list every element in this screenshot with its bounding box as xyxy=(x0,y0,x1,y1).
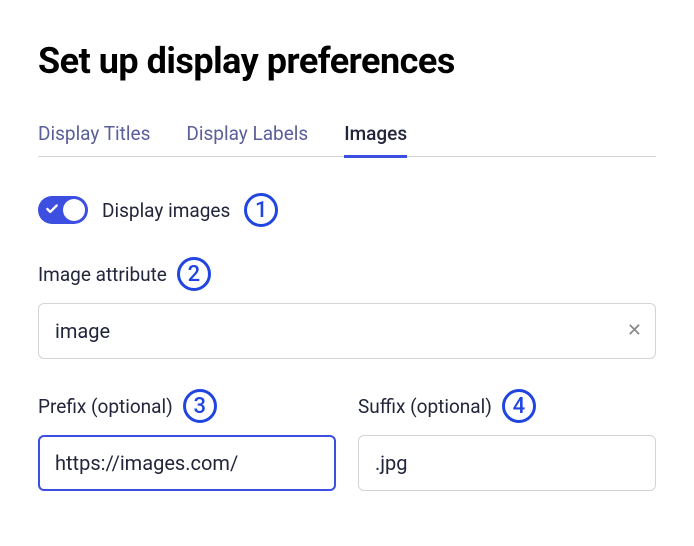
suffix-input[interactable] xyxy=(358,435,656,491)
image-attribute-input[interactable] xyxy=(38,303,656,359)
display-images-toggle[interactable] xyxy=(38,196,88,224)
prefix-label: Prefix (optional) xyxy=(38,395,173,418)
tab-images[interactable]: Images xyxy=(344,122,407,157)
suffix-label: Suffix (optional) xyxy=(358,395,492,418)
check-icon xyxy=(45,201,59,220)
annotation-1: 1 xyxy=(244,193,278,227)
page-title: Set up display preferences xyxy=(38,40,656,82)
tab-display-labels[interactable]: Display Labels xyxy=(186,122,308,157)
display-images-label: Display images xyxy=(102,199,230,222)
annotation-2: 2 xyxy=(177,257,211,291)
annotation-3: 3 xyxy=(183,389,217,423)
toggle-knob xyxy=(63,199,85,221)
tabs: Display Titles Display Labels Images xyxy=(38,122,656,157)
annotation-4: 4 xyxy=(502,389,536,423)
clear-icon[interactable]: ✕ xyxy=(627,322,642,340)
image-attribute-label: Image attribute xyxy=(38,263,167,286)
prefix-input[interactable] xyxy=(38,435,336,491)
tab-display-titles[interactable]: Display Titles xyxy=(38,122,150,157)
